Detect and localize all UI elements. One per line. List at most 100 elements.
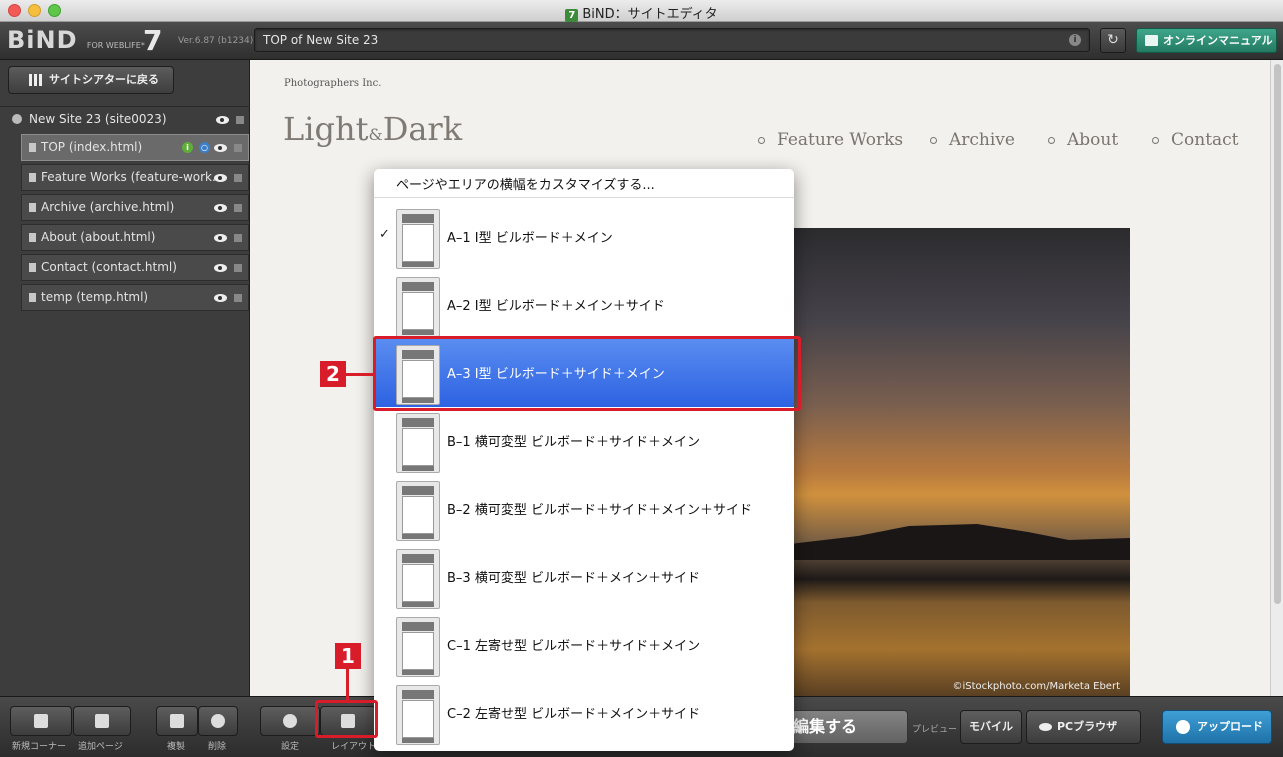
page-label: Archive (archive.html) [41,200,175,214]
annotation-connector-2 [346,373,374,376]
site-tree-root[interactable]: New Site 23 (site0023) [0,106,250,130]
book-icon [1145,35,1158,46]
nav-about[interactable]: About [1047,130,1118,150]
eye-icon[interactable] [214,264,227,272]
back-to-site-theater-button[interactable]: サイトシアターに戻る [8,66,174,94]
photo-credit: ©iStockphoto.com/Marketa Ebert [952,681,1120,692]
document-icon [29,263,36,272]
add-page-label: 追加ページ [78,742,123,752]
layout-option-c1[interactable]: C–1 左寄せ型 ビルボード＋サイド＋メイン [374,611,794,679]
document-icon [29,233,36,242]
app-icon: 7 [565,9,579,22]
eye-icon[interactable] [214,144,227,152]
layout-option-a1[interactable]: ✓ A–1 I型 ビルボード＋メイン [374,203,794,271]
page-url-field[interactable]: TOP of New Site 23 i [254,28,1090,52]
pc-browser-button[interactable]: PCブラウザ [1026,710,1141,744]
annotation-number-2: 2 [320,361,346,387]
eye-icon[interactable] [214,204,227,212]
settings-badge-icon: ○ [199,142,210,153]
info-icon[interactable]: i [1069,34,1081,46]
upload-label: アップロード [1197,720,1263,733]
checkbox-square[interactable] [234,144,242,152]
delete-button[interactable] [198,706,238,736]
minus-circle-icon [211,714,225,728]
app-window: 7 BiND：サイトエディタ BiND FOR WEBLIFE* 7 Ver.6.… [0,0,1283,757]
reload-button[interactable]: ↻ [1100,28,1126,53]
new-corner-button[interactable] [10,706,72,736]
layout-option-label: B–3 横可変型 ビルボード＋メイン＋サイド [447,571,700,586]
page-item-temp[interactable]: temp (temp.html) [21,284,249,311]
checkbox-square[interactable] [234,234,242,242]
layout-label: レイアウト [331,742,377,752]
logo-subtext: FOR WEBLIFE* [86,41,145,50]
layout-option-label: B–2 横可変型 ビルボード＋サイド＋メイン＋サイド [447,503,752,518]
annotation-highlight-box-1 [315,700,378,738]
layout-option-b3[interactable]: B–3 横可変型 ビルボード＋メイン＋サイド [374,543,794,611]
window-title-text: BiND：サイトエディタ [582,7,718,22]
logo-version-number: 7 [143,24,163,57]
eye-icon[interactable] [216,116,229,124]
scrollbar-thumb[interactable] [1274,64,1281,604]
annotation-highlight-box-2 [373,336,801,411]
layout-thumbnail [396,617,440,677]
company-name: Photographers Inc. [284,78,382,89]
site-logo: Light&Dark [283,110,462,148]
duplicate-label: 複製 [167,742,186,752]
page-label: Contact (contact.html) [41,260,177,274]
page-item-top[interactable]: TOP (index.html) i ○ [21,134,249,161]
new-corner-label: 新規コーナー [12,742,67,752]
preview-scrollbar[interactable] [1270,60,1283,696]
page-label: temp (temp.html) [41,290,149,304]
reload-icon: ↻ [1107,32,1119,48]
logo-dark: Dark [382,110,463,148]
logo-ampersand: & [368,125,383,144]
document-icon [29,203,36,212]
pc-browser-label: PCブラウザ [1057,720,1118,733]
eye-icon[interactable] [214,234,227,242]
layout-option-b1[interactable]: B–1 横可変型 ビルボード＋サイド＋メイン [374,407,794,475]
version-label: Ver.6.87 (b1234) [178,36,254,46]
layout-thumbnail [396,549,440,609]
checkbox-square[interactable] [234,264,242,272]
nav-feature-works[interactable]: Feature Works [757,130,903,150]
page-item-feature-works[interactable]: Feature Works (feature-work... [21,164,249,191]
page-item-archive[interactable]: Archive (archive.html) [21,194,249,221]
document-icon [29,173,36,182]
document-icon [29,143,36,152]
layout-thumbnail [396,413,440,473]
edit-label: 編集する [793,717,858,736]
online-manual-button[interactable]: オンラインマニュアル [1136,28,1277,53]
annotation-connector-1 [346,668,349,701]
layout-option-label: C–2 左寄せ型 ビルボード＋メイン＋サイド [447,707,701,722]
eye-icon[interactable] [214,294,227,302]
mobile-preview-button[interactable]: モバイル [960,710,1022,744]
duplicate-button[interactable] [156,706,198,736]
bind-logo: BiND FOR WEBLIFE* [7,26,145,54]
document-icon [29,293,36,302]
page-label: TOP (index.html) [41,140,143,154]
layout-option-a2[interactable]: A–2 I型 ビルボード＋メイン＋サイド [374,271,794,339]
checkbox-square[interactable] [234,204,242,212]
upload-icon [1176,720,1190,734]
mountain-silhouette [790,524,1130,560]
layout-thumbnail [396,277,440,337]
nav-contact[interactable]: Contact [1152,130,1239,150]
customize-width-menu-item[interactable]: ページやエリアの横幅をカスタマイズする... [396,174,655,193]
page-label: About (about.html) [41,230,156,244]
checkbox-square[interactable] [234,174,242,182]
page-label: Feature Works (feature-work... [41,170,224,184]
add-page-button[interactable] [73,706,131,736]
layout-option-label: C–1 左寄せ型 ビルボード＋サイド＋メイン [447,639,701,654]
checkbox-square[interactable] [234,294,242,302]
layout-option-c2[interactable]: C–2 左寄せ型 ビルボード＋メイン＋サイド [374,679,794,747]
upload-button[interactable]: アップロード [1162,710,1272,744]
eye-icon[interactable] [214,174,227,182]
page-item-contact[interactable]: Contact (contact.html) [21,254,249,281]
settings-button[interactable] [260,706,320,736]
layout-option-b2[interactable]: B–2 横可変型 ビルボード＋サイド＋メイン＋サイド [374,475,794,543]
gear-icon [283,714,297,728]
window-title: 7 BiND：サイトエディタ [0,3,1283,22]
page-item-about[interactable]: About (about.html) [21,224,249,251]
nav-archive[interactable]: Archive [930,130,1015,150]
checkbox-square[interactable] [236,116,244,124]
